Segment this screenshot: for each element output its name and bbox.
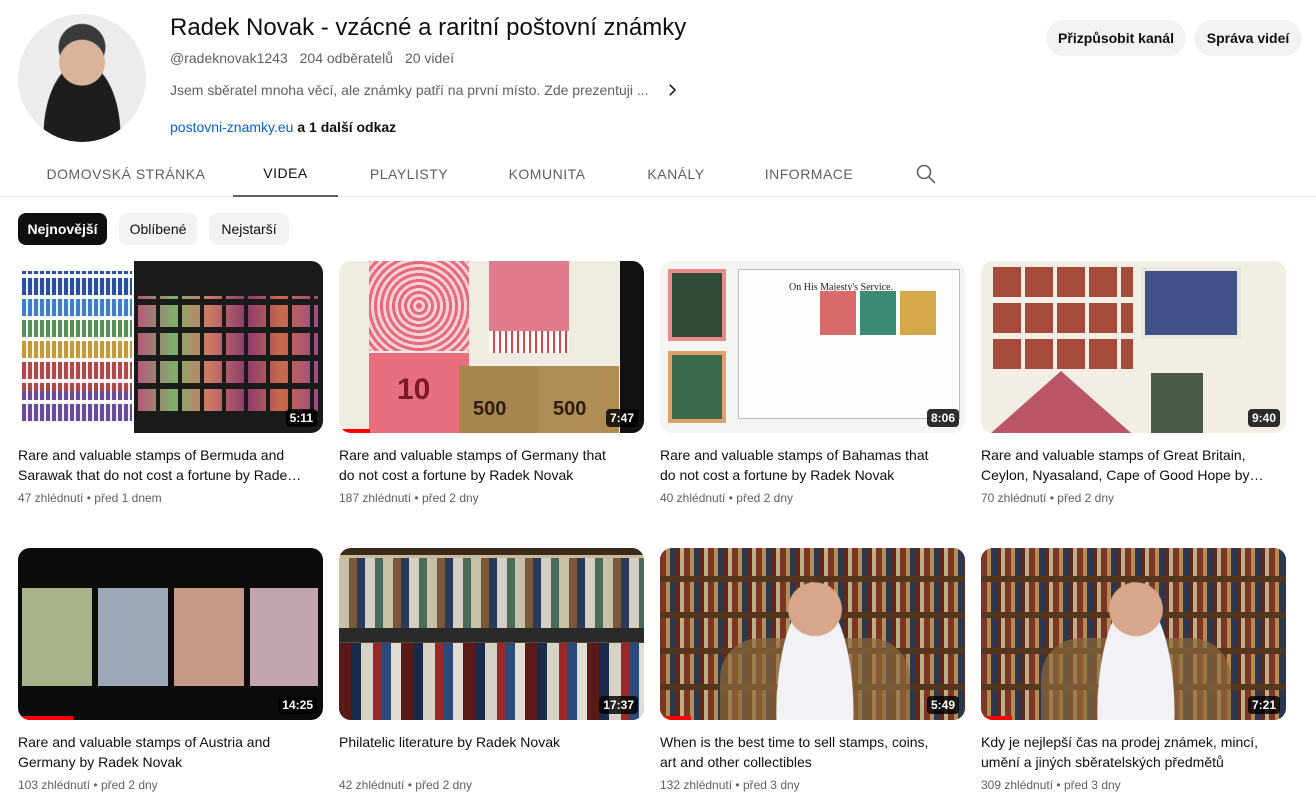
video-views: 42 zhlédnutí [339,778,405,792]
channel-title: Radek Novak - vzácné a raritní poštovní … [170,14,687,41]
video-card[interactable]: 14:25 Rare and valuable stamps of Austri… [18,548,323,792]
channel-meta: @radeknovak1243 204 odběratelů 20 videí [170,50,454,66]
channel-description-text: Jsem sběratel mnoha věcí, ale známky pat… [170,82,649,98]
chip-newest[interactable]: Nejnovější [18,213,107,245]
subscriber-count: 204 odběratelů [299,50,394,66]
video-stats: 47 zhlédnutí • před 1 dnem [18,491,323,505]
video-duration: 7:47 [605,409,638,427]
video-thumbnail[interactable]: 7:47 [339,261,644,433]
video-duration: 5:11 [285,409,317,427]
video-age: před 3 dny [742,778,800,792]
video-stats: 103 zhlédnutí • před 2 dny [18,778,323,792]
channel-handle: @radeknovak1243 [170,50,288,66]
stats-separator: • [1049,491,1054,505]
stats-separator: • [1056,778,1061,792]
video-card[interactable]: 7:21 Kdy je nejlepší čas na prodej známe… [981,548,1286,792]
channel-avatar[interactable] [18,14,146,142]
video-views: 132 zhlédnutí [660,778,733,792]
video-age: před 2 dny [100,778,158,792]
video-duration: 14:25 [278,696,317,714]
tab-community[interactable]: KOMUNITA [509,150,585,197]
video-title[interactable]: Kdy je nejlepší čas na prodej známek, mi… [981,732,1286,772]
video-thumbnail[interactable]: 8:06 [660,261,965,433]
tab-playlists[interactable]: PLAYLISTY [370,150,448,197]
video-card[interactable]: 5:49 When is the best time to sell stamp… [660,548,965,792]
video-title[interactable]: When is the best time to sell stamps, co… [660,732,965,772]
video-title[interactable]: Rare and valuable stamps of Bermuda and … [18,445,323,485]
video-title[interactable]: Rare and valuable stamps of Austria and … [18,732,323,772]
more-links[interactable]: a 1 další odkaz [297,119,396,135]
video-duration: 17:37 [599,696,638,714]
video-title[interactable]: Rare and valuable stamps of Germany that… [339,445,644,485]
video-views: 103 zhlédnutí [18,778,91,792]
video-duration: 5:49 [926,696,959,714]
video-stats: 187 zhlédnutí • před 2 dny [339,491,644,505]
video-card[interactable]: 5:11 Rare and valuable stamps of Bermuda… [18,261,323,505]
search-icon[interactable] [914,162,938,186]
video-age: před 2 dny [415,778,472,792]
chip-oldest[interactable]: Nejstarší [209,213,289,245]
customize-channel-button[interactable]: Přizpůsobit kanál [1046,20,1186,56]
video-title[interactable]: Rare and valuable stamps of Great Britai… [981,445,1286,485]
channel-tabs: DOMOVSKÁ STRÁNKA VIDEA PLAYLISTY KOMUNIT… [0,150,1316,197]
video-thumbnail[interactable]: 5:49 [660,548,965,720]
watch-progress [18,716,73,720]
channel-links: postovni-znamky.eu a 1 další odkaz [170,119,396,135]
video-age: před 3 dny [1063,778,1121,792]
stats-separator: • [407,778,412,792]
video-duration: 9:40 [1247,409,1280,427]
stats-separator: • [735,778,740,792]
tab-channels[interactable]: KANÁLY [647,150,704,197]
video-views: 40 zhlédnutí [660,491,726,505]
video-thumbnail[interactable]: 14:25 [18,548,323,720]
video-thumbnail[interactable]: 7:21 [981,548,1286,720]
video-age: před 2 dny [421,491,479,505]
video-count: 20 videí [404,50,454,66]
video-age: před 2 dny [1057,491,1114,505]
video-views: 309 zhlédnutí [981,778,1054,792]
channel-link[interactable]: postovni-znamky.eu [170,119,293,135]
video-card[interactable]: 8:06 Rare and valuable stamps of Bahamas… [660,261,965,505]
video-age: před 1 dnem [94,491,162,505]
video-stats: 132 zhlédnutí • před 3 dny [660,778,965,792]
channel-description[interactable]: Jsem sběratel mnoha věcí, ale známky pat… [170,81,681,99]
video-duration: 8:06 [926,409,959,427]
video-stats: 70 zhlédnutí • před 2 dny [981,491,1286,505]
video-stats: 309 zhlédnutí • před 3 dny [981,778,1286,792]
stats-separator: • [728,491,733,505]
video-stats: 42 zhlédnutí • před 2 dny [339,778,644,792]
stats-separator: • [414,491,419,505]
chip-popular[interactable]: Oblíbené [119,213,197,245]
stats-separator: • [86,491,91,505]
chevron-right-icon[interactable] [663,81,681,99]
video-thumbnail[interactable]: 17:37 [339,548,644,720]
watch-progress [339,429,370,433]
tab-videos[interactable]: VIDEA [233,150,338,197]
tab-home[interactable]: DOMOVSKÁ STRÁNKA [47,150,205,197]
video-card[interactable]: 7:47 Rare and valuable stamps of Germany… [339,261,644,505]
stats-separator: • [93,778,98,792]
manage-videos-button[interactable]: Správa videí [1194,20,1302,56]
video-thumbnail[interactable]: 5:11 [18,261,323,433]
video-views: 70 zhlédnutí [981,491,1047,505]
watch-progress [660,716,691,720]
video-card[interactable]: 17:37 Philatelic literature by Radek Nov… [339,548,644,792]
video-title[interactable]: Rare and valuable stamps of Bahamas that… [660,445,965,485]
video-thumbnail[interactable]: 9:40 [981,261,1286,433]
video-duration: 7:21 [1247,696,1280,714]
video-stats: 40 zhlédnutí • před 2 dny [660,491,965,505]
video-views: 187 zhlédnutí [339,491,412,505]
video-age: před 2 dny [736,491,793,505]
watch-progress [981,716,1012,720]
video-title[interactable]: Philatelic literature by Radek Novak [339,732,644,772]
tab-about[interactable]: INFORMACE [765,150,853,197]
video-card[interactable]: 9:40 Rare and valuable stamps of Great B… [981,261,1286,505]
video-views: 47 zhlédnutí [18,491,84,505]
